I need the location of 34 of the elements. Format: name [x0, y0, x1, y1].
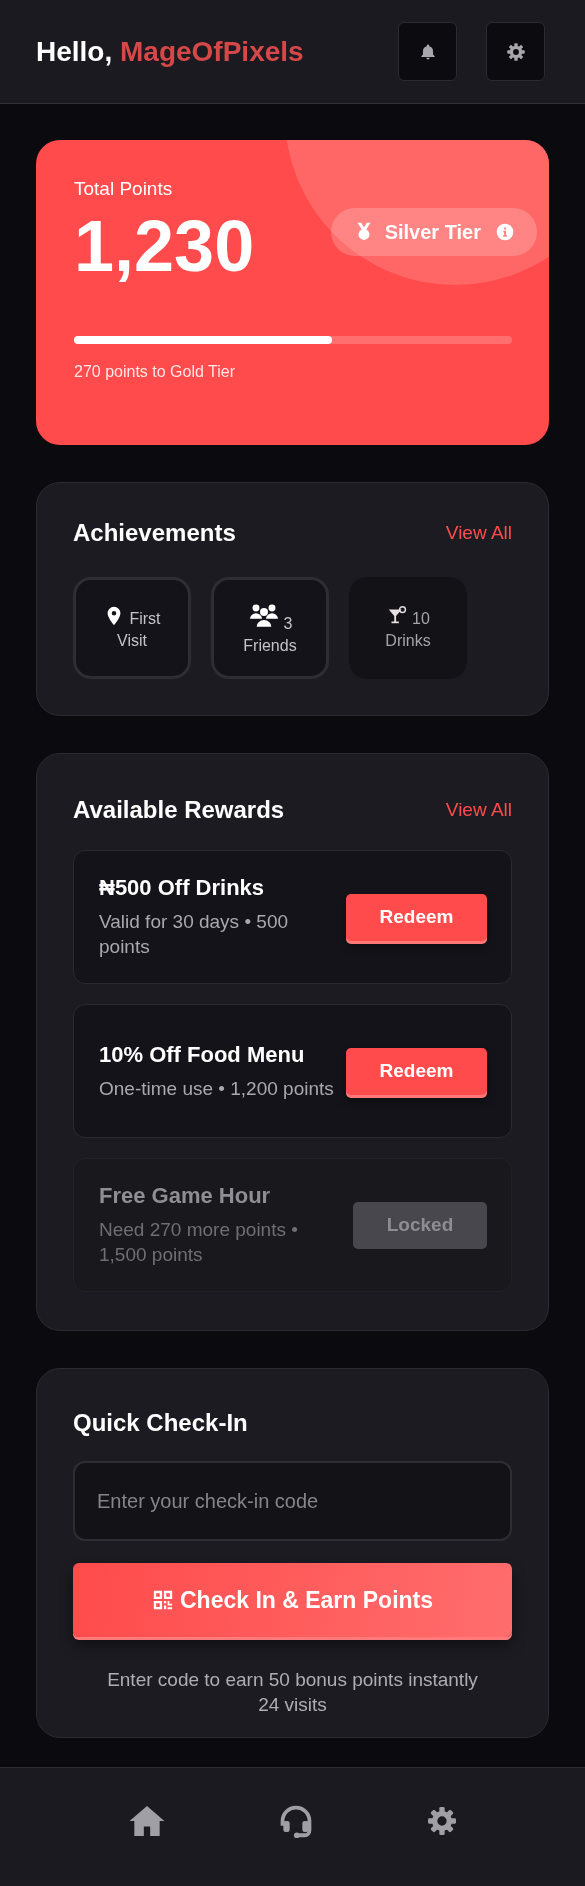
view-all-link[interactable]: View All — [445, 522, 512, 545]
achievement-label: First Visit — [90, 604, 174, 652]
reward-detail: Valid for 30 days • 500 points — [99, 910, 290, 960]
redeem-button[interactable]: Redeem — [346, 893, 487, 941]
achievement-label: 10 Drinks — [366, 604, 450, 652]
tier-label: Silver Tier — [384, 220, 481, 244]
reward-title: 10% Off Food Menu — [99, 1041, 306, 1068]
info-icon — [495, 222, 515, 243]
notifications-button[interactable] — [398, 22, 457, 82]
points-label: Total Points — [74, 178, 174, 201]
achievement-label: 3 Friends — [228, 599, 312, 657]
settings-icon — [505, 41, 526, 62]
achievement-badge[interactable]: 10 Drinks — [349, 577, 467, 680]
reward-detail: Need 270 more points • 1,500 points — [99, 1218, 299, 1268]
view-all-link[interactable]: View All — [445, 799, 512, 822]
checkin-note: Enter code to earn 50 bonus points instantly — [106, 1668, 479, 1693]
visit-count: 24 visits — [257, 1693, 328, 1718]
section-title: Quick Check-In — [73, 1409, 248, 1438]
achievement-badge[interactable]: 3 Friends — [211, 577, 329, 680]
reward-title: ₦500 Off Drinks — [99, 875, 266, 902]
checkin-button[interactable]: Check In & Earn Points — [73, 1563, 512, 1638]
qr-code-icon — [151, 1589, 174, 1612]
settings-button[interactable] — [486, 22, 545, 82]
section-title: Available Rewards — [73, 796, 285, 825]
settings-icon — [425, 1805, 458, 1838]
achievement-badge[interactable]: First Visit — [73, 577, 191, 680]
reward-title: Free Game Hour — [99, 1183, 272, 1210]
redeem-button[interactable]: Redeem — [346, 1047, 487, 1095]
checkin-code-field[interactable]: Enter your check-in code — [73, 1461, 512, 1542]
points-total: 1,230 — [74, 210, 255, 283]
next-tier-note: 270 points to Gold Tier — [74, 363, 236, 382]
section-title: Achievements — [73, 519, 236, 548]
greeting-title: Hello, MageOfPixels — [36, 35, 304, 68]
reward-detail: One-time use • 1,200 points — [99, 1076, 335, 1101]
